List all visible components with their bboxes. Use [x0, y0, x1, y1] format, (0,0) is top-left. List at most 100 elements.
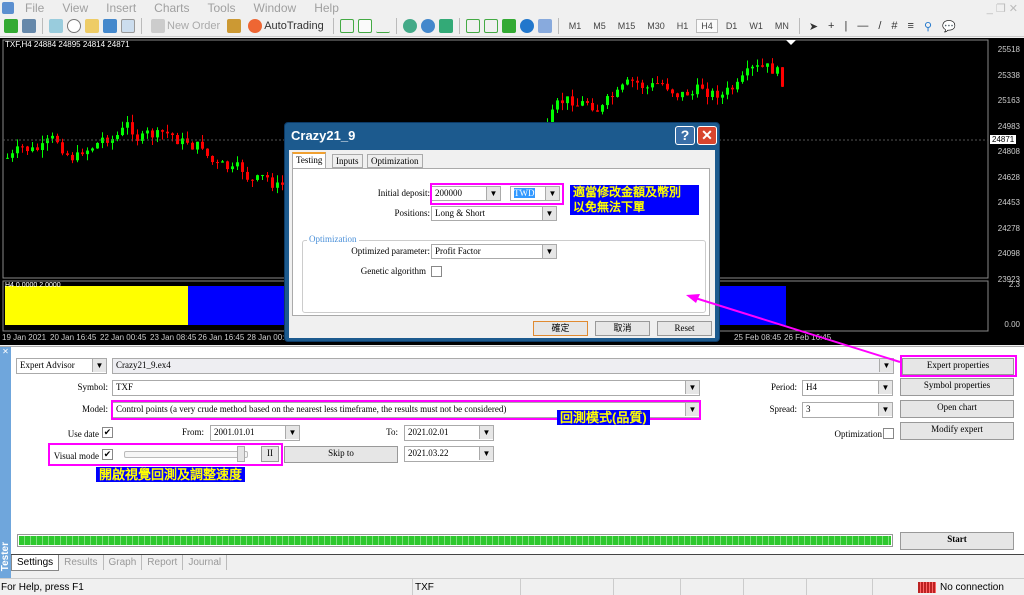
open-chart-button[interactable]: Open chart	[900, 400, 1014, 418]
period-select[interactable]: H4 ▼	[802, 380, 893, 396]
from-date-picker[interactable]: 2001.01.01 ▼	[210, 425, 300, 441]
tf-m15[interactable]: M15	[614, 20, 640, 32]
metaeditor-icon[interactable]	[227, 19, 242, 33]
fibonacci-icon[interactable]: #	[888, 20, 900, 32]
tab-settings[interactable]: Settings	[11, 555, 60, 571]
status-connection: No connection	[940, 582, 1004, 593]
reset-button[interactable]: Reset	[657, 321, 712, 336]
candle-body	[586, 101, 589, 103]
cancel-button[interactable]: 取消	[595, 321, 650, 336]
skip-to-date-picker[interactable]: 2021.03.22 ▼	[404, 446, 494, 462]
trendline-icon[interactable]: /	[875, 20, 884, 32]
horizontal-line-icon[interactable]: —	[854, 20, 871, 32]
menu-tools[interactable]: Tools	[199, 1, 245, 15]
optimization-checkbox[interactable]	[883, 428, 894, 439]
start-button[interactable]: Start	[900, 532, 1014, 550]
optimized-parameter-select[interactable]: Profit Factor ▼	[431, 244, 557, 259]
line-chart-icon[interactable]	[375, 19, 390, 33]
tester-strip: ✕ Tester	[0, 347, 11, 579]
indicator-bar-yellow	[5, 286, 188, 325]
chevron-down-icon: ▼	[685, 381, 699, 394]
tab-journal[interactable]: Journal	[183, 555, 228, 570]
candle-body	[711, 90, 714, 97]
text-icon[interactable]: ≡	[905, 20, 917, 32]
expert-select[interactable]: Crazy21_9.ex4 ▼	[112, 358, 894, 374]
tab-report[interactable]: Report	[142, 555, 184, 570]
candle-body	[766, 63, 769, 67]
tf-m1[interactable]: M1	[565, 20, 586, 32]
menu-charts[interactable]: Charts	[145, 1, 198, 15]
close-button[interactable]: ✕	[697, 126, 717, 145]
menu-help[interactable]: Help	[305, 1, 348, 15]
tab-testing[interactable]: Testing	[292, 152, 327, 169]
tf-m5[interactable]: M5	[589, 20, 610, 32]
symbol-select[interactable]: TXF ▼	[112, 380, 700, 396]
new-chart-icon[interactable]	[4, 19, 18, 33]
spread-select[interactable]: 3 ▼	[802, 402, 893, 418]
tile-windows-icon[interactable]	[438, 19, 453, 33]
menu-file[interactable]: File	[16, 1, 53, 15]
vertical-line-icon[interactable]: |	[841, 20, 850, 32]
navigator-icon[interactable]	[85, 19, 99, 33]
chevron-down-icon: ▼	[878, 381, 892, 394]
autotrading-button[interactable]: AutoTrading	[245, 19, 327, 33]
cursor-icon[interactable]: ➤	[806, 20, 821, 33]
candle-body	[166, 131, 169, 134]
indicator-label: H4 0.0000 2.0000	[5, 282, 61, 289]
modify-expert-button[interactable]: Modify expert	[900, 422, 1014, 440]
tab-results[interactable]: Results	[59, 555, 104, 570]
tab-graph[interactable]: Graph	[104, 555, 143, 570]
templates-icon[interactable]	[537, 19, 552, 33]
positions-select[interactable]: Long & Short ▼	[431, 206, 557, 221]
spread-value: 3	[806, 404, 811, 414]
periods-icon[interactable]	[519, 19, 534, 33]
window-controls[interactable]: _ ❐ ✕	[987, 2, 1024, 15]
profiles-icon[interactable]	[22, 19, 36, 33]
to-date-picker[interactable]: 2021.02.01 ▼	[404, 425, 494, 441]
genetic-checkbox[interactable]	[431, 266, 442, 277]
candle-body	[671, 89, 674, 94]
new-order-button[interactable]: New Order	[148, 19, 223, 33]
candle-body	[696, 84, 699, 95]
zoom-in-icon[interactable]	[402, 19, 417, 33]
tf-m30[interactable]: M30	[643, 20, 669, 32]
bar-chart-icon[interactable]	[339, 19, 354, 33]
ok-button[interactable]: 確定	[533, 321, 588, 336]
close-tester-icon[interactable]: ✕	[0, 347, 11, 356]
candle-body	[706, 88, 709, 97]
tf-mn[interactable]: MN	[771, 20, 793, 32]
tf-w1[interactable]: W1	[745, 20, 767, 32]
menu-insert[interactable]: Insert	[97, 1, 145, 15]
menu-window[interactable]: Window	[245, 1, 306, 15]
status-symbol: TXF	[415, 582, 434, 593]
market-watch-icon[interactable]	[49, 19, 63, 33]
candle-body	[251, 179, 254, 181]
auto-scroll-icon[interactable]	[483, 19, 498, 33]
shift-marker	[786, 40, 796, 45]
indicators-icon[interactable]	[501, 19, 516, 33]
candle-body	[91, 148, 94, 151]
skip-to-button[interactable]: Skip to	[284, 446, 398, 463]
menu-view[interactable]: View	[53, 1, 97, 15]
chart-shift-icon[interactable]	[465, 19, 480, 33]
symbol-properties-button[interactable]: Symbol properties	[900, 378, 1014, 396]
use-date-checkbox[interactable]: ✔	[102, 427, 113, 438]
tf-h4[interactable]: H4	[696, 19, 718, 33]
candlestick-icon[interactable]	[357, 19, 372, 33]
data-window-icon[interactable]	[67, 19, 81, 33]
help-button[interactable]: ?	[675, 126, 695, 145]
chevron-down-icon: ▼	[92, 359, 106, 372]
chat-icon[interactable]: 💬	[939, 20, 959, 33]
candle-body	[226, 161, 229, 170]
candle-body	[686, 91, 689, 96]
tf-h1[interactable]: H1	[673, 20, 693, 32]
search-icon[interactable]: ⚲	[921, 20, 935, 33]
strategy-tester-icon[interactable]	[121, 19, 135, 33]
tester-type-select[interactable]: Expert Advisor ▼	[16, 358, 107, 374]
tab-inputs[interactable]: Inputs	[332, 154, 363, 168]
tf-d1[interactable]: D1	[722, 20, 742, 32]
zoom-out-icon[interactable]	[420, 19, 435, 33]
tab-optimization[interactable]: Optimization	[367, 154, 423, 168]
terminal-icon[interactable]	[103, 19, 117, 33]
crosshair-icon[interactable]: +	[825, 20, 837, 32]
